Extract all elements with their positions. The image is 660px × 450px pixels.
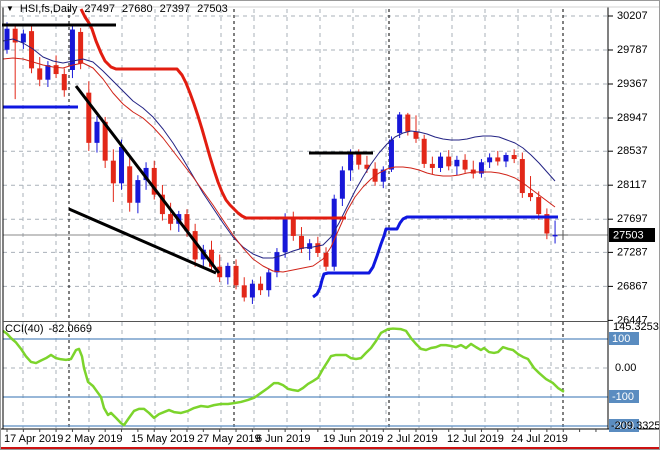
svg-text:15 May 2019: 15 May 2019: [131, 433, 195, 445]
bottom-red-line: [1, 447, 659, 449]
svg-text:0.00: 0.00: [615, 362, 636, 374]
ohlc-close: 27503: [197, 3, 228, 15]
svg-text:19 Jun 2019: 19 Jun 2019: [323, 433, 384, 445]
ohlc-open: 27497: [84, 3, 115, 15]
svg-text:24 Jul 2019: 24 Jul 2019: [511, 433, 568, 445]
svg-text:27503: 27503: [613, 229, 644, 241]
svg-text:28537: 28537: [617, 145, 648, 157]
svg-text:28947: 28947: [617, 112, 648, 124]
svg-text:17 Apr 2019: 17 Apr 2019: [4, 433, 63, 445]
ohlc-high: 27680: [121, 3, 153, 15]
svg-text:29787: 29787: [617, 44, 648, 56]
chart-canvas: 30207 29787 29367 28947 28537 28117 27697 27287…: [1, 1, 660, 449]
indicator-name: CCI(40): [5, 323, 44, 335]
svg-text:100: 100: [612, 333, 630, 345]
svg-text:12 Jul 2019: 12 Jul 2019: [447, 433, 504, 445]
svg-text:27 May 2019: 27 May 2019: [197, 433, 261, 445]
indicator-value: -82.0669: [48, 323, 92, 335]
mt4-chart-window: 30207 29787 29367 28947 28537 28117 27697 27287…: [0, 0, 660, 450]
chart-title-bar: ▼ HSI,fs,Daily 27497 27680 27397 27503: [6, 3, 228, 15]
svg-text:30207: 30207: [617, 10, 648, 22]
svg-text:-209.3325: -209.3325: [611, 420, 660, 432]
svg-text:2 Jul 2019: 2 Jul 2019: [387, 433, 438, 445]
svg-text:-100: -100: [612, 391, 634, 403]
svg-text:26867: 26867: [617, 280, 648, 292]
ohlc-low: 27397: [159, 3, 191, 15]
svg-text:27287: 27287: [617, 246, 648, 258]
svg-text:29367: 29367: [617, 78, 648, 90]
current-price-tag: 27503: [609, 228, 655, 242]
svg-text:145.3253: 145.3253: [613, 321, 659, 333]
svg-text:6 Jun 2019: 6 Jun 2019: [256, 433, 310, 445]
svg-text:27697: 27697: [617, 213, 648, 225]
svg-text:28117: 28117: [617, 179, 647, 191]
indicator-label: CCI(40) -82.0669: [5, 323, 92, 335]
svg-text:2 May 2019: 2 May 2019: [65, 433, 122, 445]
symbol-title: HSI,fs,Daily: [19, 3, 78, 15]
symbol-dropdown-icon[interactable]: ▼: [6, 4, 14, 13]
